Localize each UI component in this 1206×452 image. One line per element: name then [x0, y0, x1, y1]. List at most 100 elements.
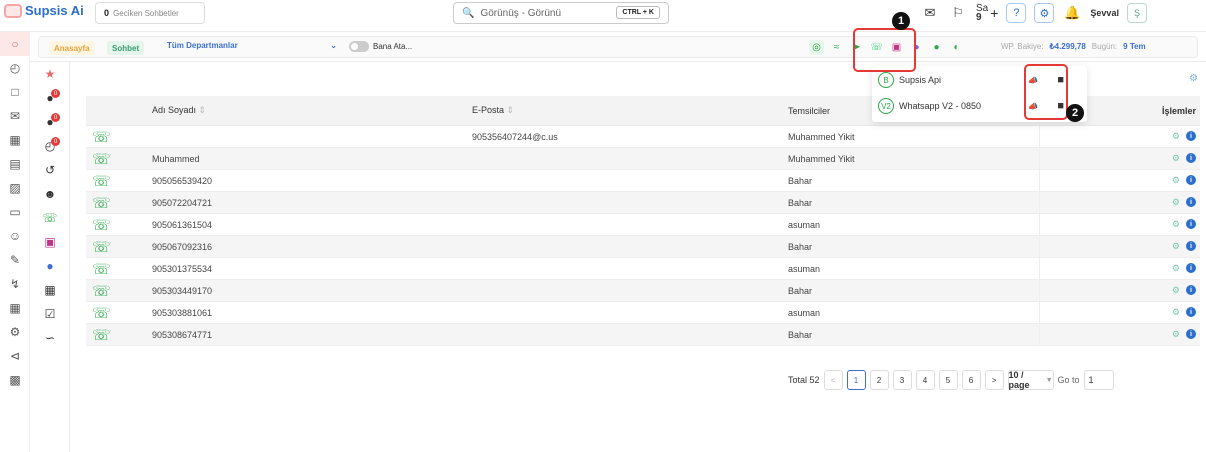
page-button[interactable]: 4	[915, 370, 935, 390]
nav-ticket-icon[interactable]: ▨	[0, 176, 30, 200]
row-settings-icon[interactable]: ⚙	[1172, 175, 1180, 186]
row-settings-icon[interactable]: ⚙	[1172, 329, 1180, 340]
category-pending-icon[interactable]: ◴ 0	[30, 134, 70, 158]
all-channels-icon[interactable]: ◎	[809, 40, 824, 55]
table-row[interactable]: ☏ 905061361504 asuman ⚙ i	[86, 214, 1200, 236]
nav-settings-icon[interactable]: ⚙	[0, 320, 30, 344]
goto-page-input[interactable]: 1	[1083, 370, 1114, 390]
page-button[interactable]: 1	[846, 370, 866, 390]
chevron-down-icon: ▼	[1045, 376, 1053, 384]
nav-flash-icon[interactable]: ↯	[0, 272, 30, 296]
calendar-icon[interactable]: ▦	[30, 278, 70, 302]
cell-email: 905356407244@c.us	[472, 131, 558, 142]
breadcrumb-home[interactable]: Anasayfa	[49, 41, 95, 55]
language-flag-icon[interactable]: ⚐	[948, 3, 968, 23]
instagram-channel-icon[interactable]: ▣	[30, 230, 70, 254]
table-row[interactable]: ☏ 905308674771 Bahar ⚙ i	[86, 324, 1200, 346]
notification-bell-icon[interactable]: 🔔	[1062, 3, 1082, 23]
late-chats-button[interactable]: 0 Geciken Sohbetler	[95, 2, 205, 24]
row-actions: ⚙ i	[1040, 307, 1200, 318]
row-actions: ⚙ i	[1040, 153, 1200, 164]
row-info-icon[interactable]: i	[1186, 285, 1196, 295]
row-settings-icon[interactable]: ⚙	[1172, 131, 1180, 142]
row-info-icon[interactable]: i	[1186, 241, 1196, 251]
table-row[interactable]: ☏ 905301375534 asuman ⚙ i	[86, 258, 1200, 280]
app-logo[interactable]: Supsis Ai	[4, 3, 84, 18]
row-settings-icon[interactable]: ⚙	[1172, 307, 1180, 318]
nav-billing-icon[interactable]: ▩	[0, 368, 30, 392]
wifi-icon[interactable]: ≈	[829, 40, 844, 55]
cell-name: 905072204721	[152, 197, 213, 208]
nav-contacts-icon[interactable]: □	[0, 80, 30, 104]
page-button[interactable]: 3	[892, 370, 912, 390]
mail-icon[interactable]: ✉	[920, 3, 940, 23]
page-button[interactable]: 5	[938, 370, 958, 390]
nav-history-icon[interactable]: ◴	[0, 56, 30, 80]
row-info-icon[interactable]: i	[1186, 307, 1196, 317]
web-chat-icon[interactable]: ◐	[949, 40, 964, 55]
department-select[interactable]: Tüm Departmanlar ⌄	[167, 41, 337, 50]
table-row[interactable]: ☏ 905356407244@c.us Muhammed Yikit ⚙ i	[86, 126, 1200, 148]
page-button[interactable]: 6	[961, 370, 981, 390]
nav-notes-icon[interactable]: ▤	[0, 152, 30, 176]
row-actions: ⚙ i	[1040, 175, 1200, 186]
table-row[interactable]: ☏ 905303881061 asuman ⚙ i	[86, 302, 1200, 324]
table-row[interactable]: ☏ 905056539420 Bahar ⚙ i	[86, 170, 1200, 192]
rss-icon[interactable]: ∽	[30, 326, 70, 350]
page-size-select[interactable]: 10 / page ▼	[1007, 370, 1054, 390]
page-button[interactable]: 2	[869, 370, 889, 390]
category-assigned-icon[interactable]: ● 0	[30, 86, 70, 110]
table-settings-gear-icon[interactable]: ⚙	[1189, 73, 1198, 84]
chat-bubble-icon[interactable]: ●	[929, 40, 944, 55]
row-info-icon[interactable]: i	[1186, 131, 1196, 141]
row-settings-icon[interactable]: ⚙	[1172, 219, 1180, 230]
assign-to-me-toggle[interactable]: Bana Ata...	[349, 41, 412, 52]
nav-users-icon[interactable]: ☺	[0, 224, 30, 248]
whatsapp-icon: ☏	[92, 216, 111, 234]
row-settings-icon[interactable]: ⚙	[1172, 241, 1180, 252]
cell-name: 905303881061	[152, 307, 213, 318]
sa-counter[interactable]: Sa 9 +	[976, 4, 998, 23]
user-name[interactable]: Şevval	[1090, 8, 1119, 18]
nav-chat-icon[interactable]: ○	[0, 32, 30, 56]
nav-share-icon[interactable]: ⊲	[0, 344, 30, 368]
table-row[interactable]: ☏ 905067092316 Bahar ⚙ i	[86, 236, 1200, 258]
row-settings-icon[interactable]: ⚙	[1172, 197, 1180, 208]
row-info-icon[interactable]: i	[1186, 219, 1196, 229]
row-info-icon[interactable]: i	[1186, 197, 1196, 207]
table-row[interactable]: ☏ Muhammed Muhammed Yikit ⚙ i	[86, 148, 1200, 170]
history-icon[interactable]: ↺	[30, 158, 70, 182]
prev-page-button[interactable]: <	[823, 370, 843, 390]
row-settings-icon[interactable]: ⚙	[1172, 153, 1180, 164]
search-box[interactable]: 🔍 Görünüş - Görünü CTRL + K	[453, 2, 669, 24]
nav-calendar-icon[interactable]: ▦	[0, 128, 30, 152]
row-info-icon[interactable]: i	[1186, 263, 1196, 273]
nav-apps-icon[interactable]: ▦	[0, 296, 30, 320]
settings-gear-icon[interactable]: ⚙	[1034, 3, 1055, 23]
help-icon[interactable]: ?	[1006, 3, 1027, 23]
nav-edit-icon[interactable]: ✎	[0, 248, 30, 272]
row-info-icon[interactable]: i	[1186, 175, 1196, 185]
row-settings-icon[interactable]: ⚙	[1172, 285, 1180, 296]
category-all-icon[interactable]: ★	[30, 62, 70, 86]
nav-mail-icon[interactable]: ✉	[0, 104, 30, 128]
nav-inbox-icon[interactable]: ▭	[0, 200, 30, 224]
row-info-icon[interactable]: i	[1186, 329, 1196, 339]
whatsapp-channel-icon[interactable]: ☏	[30, 206, 70, 230]
toggle-switch[interactable]	[349, 41, 369, 52]
messenger-channel-icon[interactable]: ●	[30, 254, 70, 278]
count-badge: 0	[51, 113, 60, 122]
user-list-icon[interactable]: ☻	[30, 182, 70, 206]
category-unassigned-icon[interactable]: ● 0	[30, 110, 70, 134]
table-row[interactable]: ☏ 905303449170 Bahar ⚙ i	[86, 280, 1200, 302]
header-name[interactable]: Adı Soyadı ⇕	[152, 105, 472, 116]
breadcrumb-chat[interactable]: Sohbet	[107, 41, 145, 55]
header-email[interactable]: E-Posta ⇕	[472, 105, 788, 116]
goto-label: Go to	[1057, 375, 1080, 385]
task-icon[interactable]: ☑	[30, 302, 70, 326]
avatar[interactable]: Ş	[1126, 3, 1147, 23]
table-row[interactable]: ☏ 905072204721 Bahar ⚙ i	[86, 192, 1200, 214]
next-page-button[interactable]: >	[984, 370, 1004, 390]
row-settings-icon[interactable]: ⚙	[1172, 263, 1180, 274]
row-info-icon[interactable]: i	[1186, 153, 1196, 163]
